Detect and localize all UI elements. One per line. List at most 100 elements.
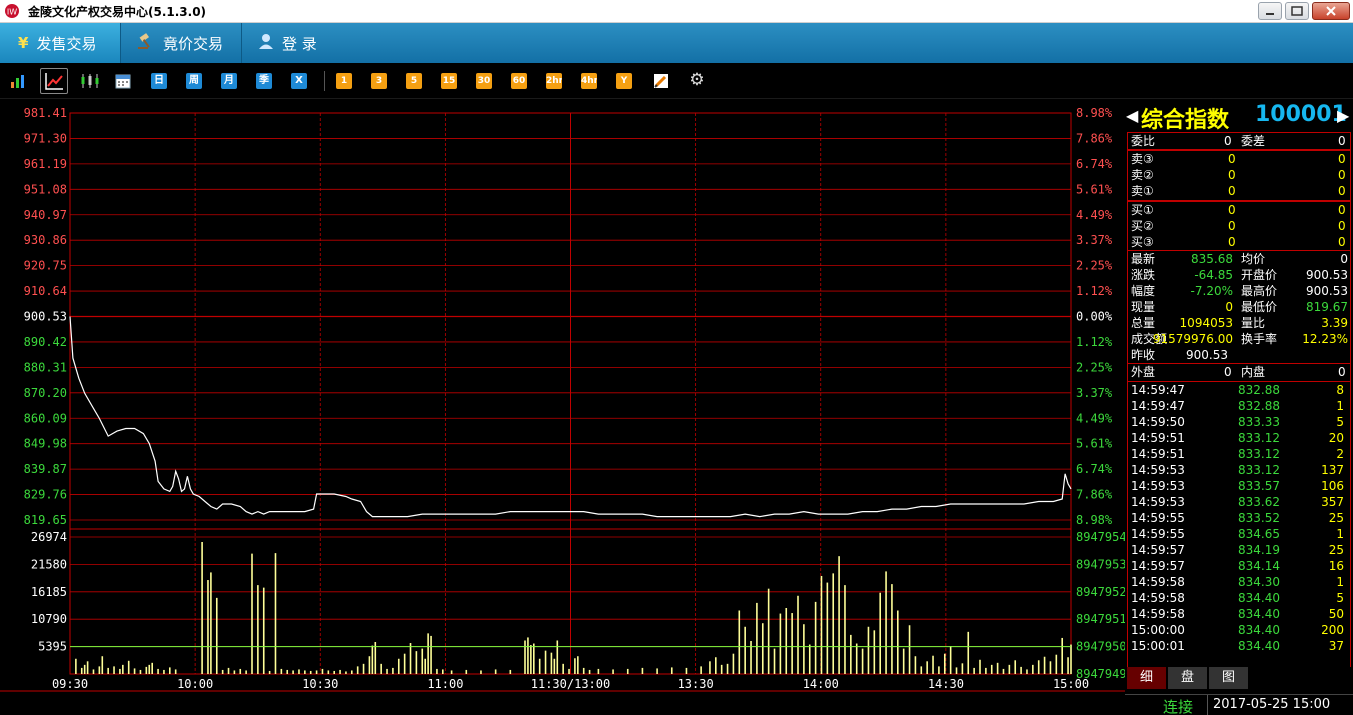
quote-row: 最新 835.68 均价 0: [1128, 251, 1350, 267]
weibi-box: 委比 0 委差 0: [1127, 132, 1351, 150]
volume-tick-label: 26974: [31, 530, 67, 544]
waipan-row: 外盘 0 内盘 0: [1128, 364, 1350, 380]
sell-book-box: 卖③ 0 0 卖② 0 0 卖① 0 0: [1127, 150, 1351, 201]
tick-row: 14:59:57 834.19 25: [1128, 542, 1350, 558]
tick-price: 833.12: [1238, 447, 1280, 461]
sell-level-volume: 0: [1338, 152, 1346, 166]
tick-price: 833.52: [1238, 511, 1280, 525]
close-button[interactable]: [1312, 2, 1350, 20]
calendar-icon[interactable]: [115, 73, 131, 89]
tick-time: 14:59:47: [1131, 399, 1185, 413]
menu-bid-trading[interactable]: 竟价交易: [121, 23, 241, 63]
quote-label-2: 量比: [1241, 316, 1266, 330]
price-tick-label: 860.09: [24, 411, 67, 425]
tick-row: 14:59:58 834.40 5: [1128, 590, 1350, 606]
price-tick-label: 900.53: [24, 310, 67, 324]
volume-tick-label: 21580: [31, 557, 67, 571]
price-tick-label: 910.64: [24, 284, 67, 298]
sell-level-row: 卖③ 0 0: [1128, 151, 1350, 167]
time-tick-label: 10:30: [302, 677, 338, 691]
tick-volume: 1: [1336, 399, 1344, 413]
quote-label-2: 最高价: [1241, 284, 1278, 298]
period-month-button[interactable]: 月: [221, 73, 237, 89]
tick-time: 14:59:47: [1131, 383, 1185, 397]
index-name: 综合指数: [1141, 108, 1230, 133]
waipan-label: 外盘: [1131, 365, 1156, 379]
price-tick-label: 930.86: [24, 233, 67, 247]
draw-tool-icon[interactable]: [653, 73, 669, 89]
period-quarter-button[interactable]: 季: [256, 73, 272, 89]
minimize-button[interactable]: [1258, 2, 1282, 20]
candlestick-icon[interactable]: [80, 73, 100, 89]
maximize-button[interactable]: [1285, 2, 1309, 20]
tab-chart[interactable]: 图: [1209, 667, 1249, 689]
tick-volume: 200: [1321, 623, 1344, 637]
minute-60-button[interactable]: 60: [511, 73, 527, 89]
tab-book[interactable]: 盘: [1168, 667, 1208, 689]
tick-row: 14:59:53 833.57 106: [1128, 478, 1350, 494]
price-tick-label: 839.87: [24, 462, 67, 476]
tick-row: 14:59:50 833.33 5: [1128, 414, 1350, 430]
hour-4-button[interactable]: 4hr: [581, 73, 597, 89]
gavel-icon: [137, 32, 155, 54]
tick-volume: 25: [1328, 511, 1344, 525]
prev-security-icon[interactable]: ◀: [1126, 106, 1138, 125]
minute-3-button[interactable]: 3: [371, 73, 387, 89]
percent-tick-label: 2.25%: [1076, 360, 1113, 374]
tick-row: 14:59:51 833.12 2: [1128, 446, 1350, 462]
tick-time: 14:59:55: [1131, 527, 1185, 541]
status-bar-left: [0, 694, 1125, 715]
buy-level-label: 买③: [1131, 235, 1154, 249]
period-x-button[interactable]: X: [291, 73, 307, 89]
percent-tick-label: 7.86%: [1076, 488, 1113, 502]
minute-5-button[interactable]: 5: [406, 73, 422, 89]
line-chart-icon[interactable]: [40, 68, 68, 94]
menu-login-label: 登 录: [282, 34, 317, 53]
tick-time: 14:59:53: [1131, 479, 1185, 493]
quote-value: 1094053: [1179, 316, 1233, 330]
tick-volume: 5: [1336, 415, 1344, 429]
neipan-label: 内盘: [1241, 365, 1266, 379]
tick-time: 14:59:58: [1131, 607, 1185, 621]
bar-chart-icon[interactable]: [10, 73, 26, 89]
menu-login[interactable]: 登 录: [242, 23, 362, 63]
sell-level-price: 0: [1228, 184, 1236, 198]
tick-time: 14:59:50: [1131, 415, 1185, 429]
quote-label-2: 开盘价: [1241, 268, 1278, 282]
quote-value-2: 900.53: [1306, 268, 1348, 282]
period-day-button[interactable]: 日: [151, 73, 167, 89]
quote-box: 最新 835.68 均价 0 涨跌 -64.85 开盘价 900.53 幅度 -…: [1127, 250, 1351, 364]
app-logo-icon: IW: [5, 4, 19, 18]
weicha-value: 0: [1338, 134, 1346, 148]
tick-price: 834.40: [1238, 607, 1280, 621]
tab-detail[interactable]: 细: [1127, 667, 1167, 689]
hour-2-button[interactable]: 2hr: [546, 73, 562, 89]
prev-close-label: 昨收: [1131, 348, 1156, 362]
quote-value: -7.20%: [1190, 284, 1233, 298]
tick-volume: 1: [1336, 575, 1344, 589]
tick-time: 14:59:58: [1131, 591, 1185, 605]
quote-label: 总量: [1131, 316, 1156, 330]
menu-issue-trading[interactable]: ¥ 发售交易: [0, 23, 120, 63]
sell-level-price: 0: [1228, 152, 1236, 166]
minute-1-button[interactable]: 1: [336, 73, 352, 89]
period-week-button[interactable]: 周: [186, 73, 202, 89]
app-window: IW 金陵文化产权交易中心(5.1.3.0) ¥ 发售交易 竟价交易 登 录 日…: [0, 0, 1353, 715]
menu-bid-trading-label: 竟价交易: [163, 34, 224, 53]
volume-tick-label: 10790: [31, 612, 67, 626]
sell-level-label: 卖②: [1131, 168, 1154, 182]
tick-list: 14:59:47 832.88 8 14:59:47 832.88 1 14:5…: [1127, 381, 1351, 667]
volume-tick-label-right: 8947949: [1076, 667, 1125, 681]
minute-30-button[interactable]: 30: [476, 73, 492, 89]
quote-label-2: 均价: [1241, 252, 1266, 266]
year-button[interactable]: Y: [616, 73, 632, 89]
price-tick-label: 880.31: [24, 360, 67, 374]
next-security-icon[interactable]: ▶: [1337, 106, 1349, 125]
price-tick-label: 940.97: [24, 208, 67, 222]
buy-level-label: 买①: [1131, 203, 1154, 217]
tick-price: 833.33: [1238, 415, 1280, 429]
minimize-icon: [1266, 13, 1274, 15]
minute-15-button[interactable]: 15: [441, 73, 457, 89]
volume-tick-label-right: 8947954: [1076, 530, 1125, 544]
settings-gear-icon[interactable]: ⚙: [688, 71, 706, 89]
